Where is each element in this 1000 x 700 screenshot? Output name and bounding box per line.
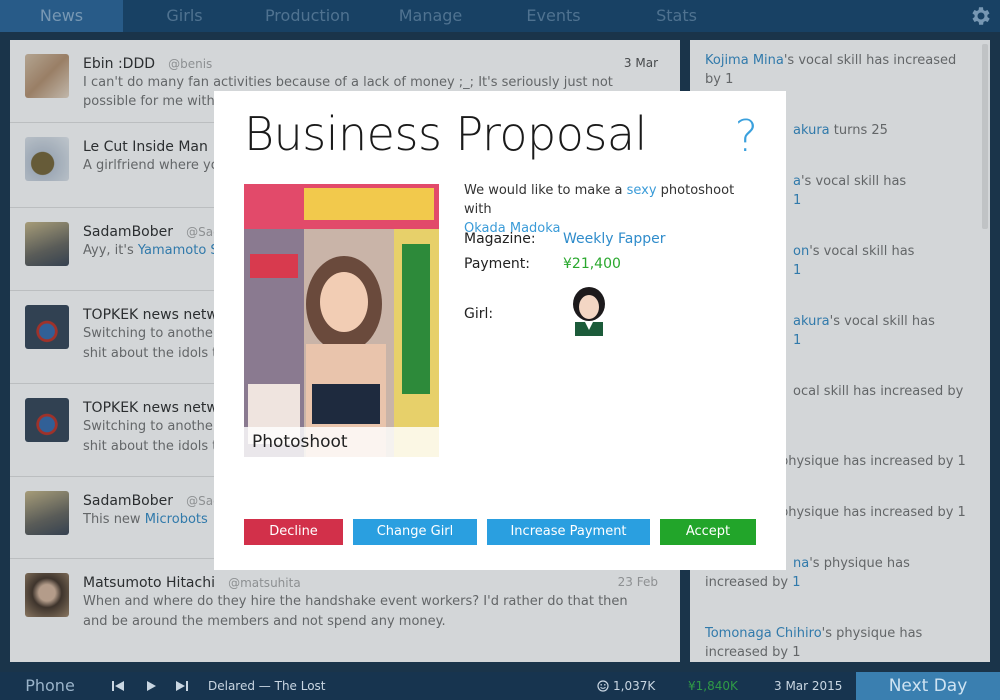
business-proposal-dialog: Business Proposal ? Photoshoot We would … [214,91,786,570]
magazine-cover: Photoshoot [244,184,439,457]
previous-track-icon[interactable] [111,679,125,693]
decline-button[interactable]: Decline [244,519,343,545]
magazine-label: Magazine: [464,231,536,247]
phone-button[interactable]: Phone [0,672,100,700]
increase-payment-button[interactable]: Increase Payment [487,519,650,545]
next-track-icon[interactable] [175,679,189,693]
girl-label: Girl: [464,306,494,322]
accept-button[interactable]: Accept [660,519,756,545]
smiley-icon [597,680,609,692]
play-icon[interactable] [144,679,158,693]
next-day-button[interactable]: Next Day [856,672,1000,700]
change-girl-button[interactable]: Change Girl [353,519,477,545]
payment-value: ¥21,400 [563,256,621,272]
money-value: ¥1,840K [688,679,738,693]
girl-portrait-art [563,284,615,336]
now-playing: Delared — The Lost [208,679,326,693]
girl-portrait[interactable] [563,284,615,336]
status-bar: Phone Delared — The Lost 1,037K ¥1,840K … [0,672,1000,700]
proposal-description: We would like to make a sexy photoshoot … [464,183,735,236]
current-date: 3 Mar 2015 [774,679,843,693]
magazine-value: Weekly Fapper [563,231,666,247]
magazine-cover-art [244,184,439,457]
payment-label: Payment: [464,256,531,272]
help-icon[interactable]: ? [735,111,758,162]
fans-count: 1,037K [613,679,656,693]
dialog-title: Business Proposal [244,107,647,161]
cover-label: Photoshoot [244,427,439,457]
